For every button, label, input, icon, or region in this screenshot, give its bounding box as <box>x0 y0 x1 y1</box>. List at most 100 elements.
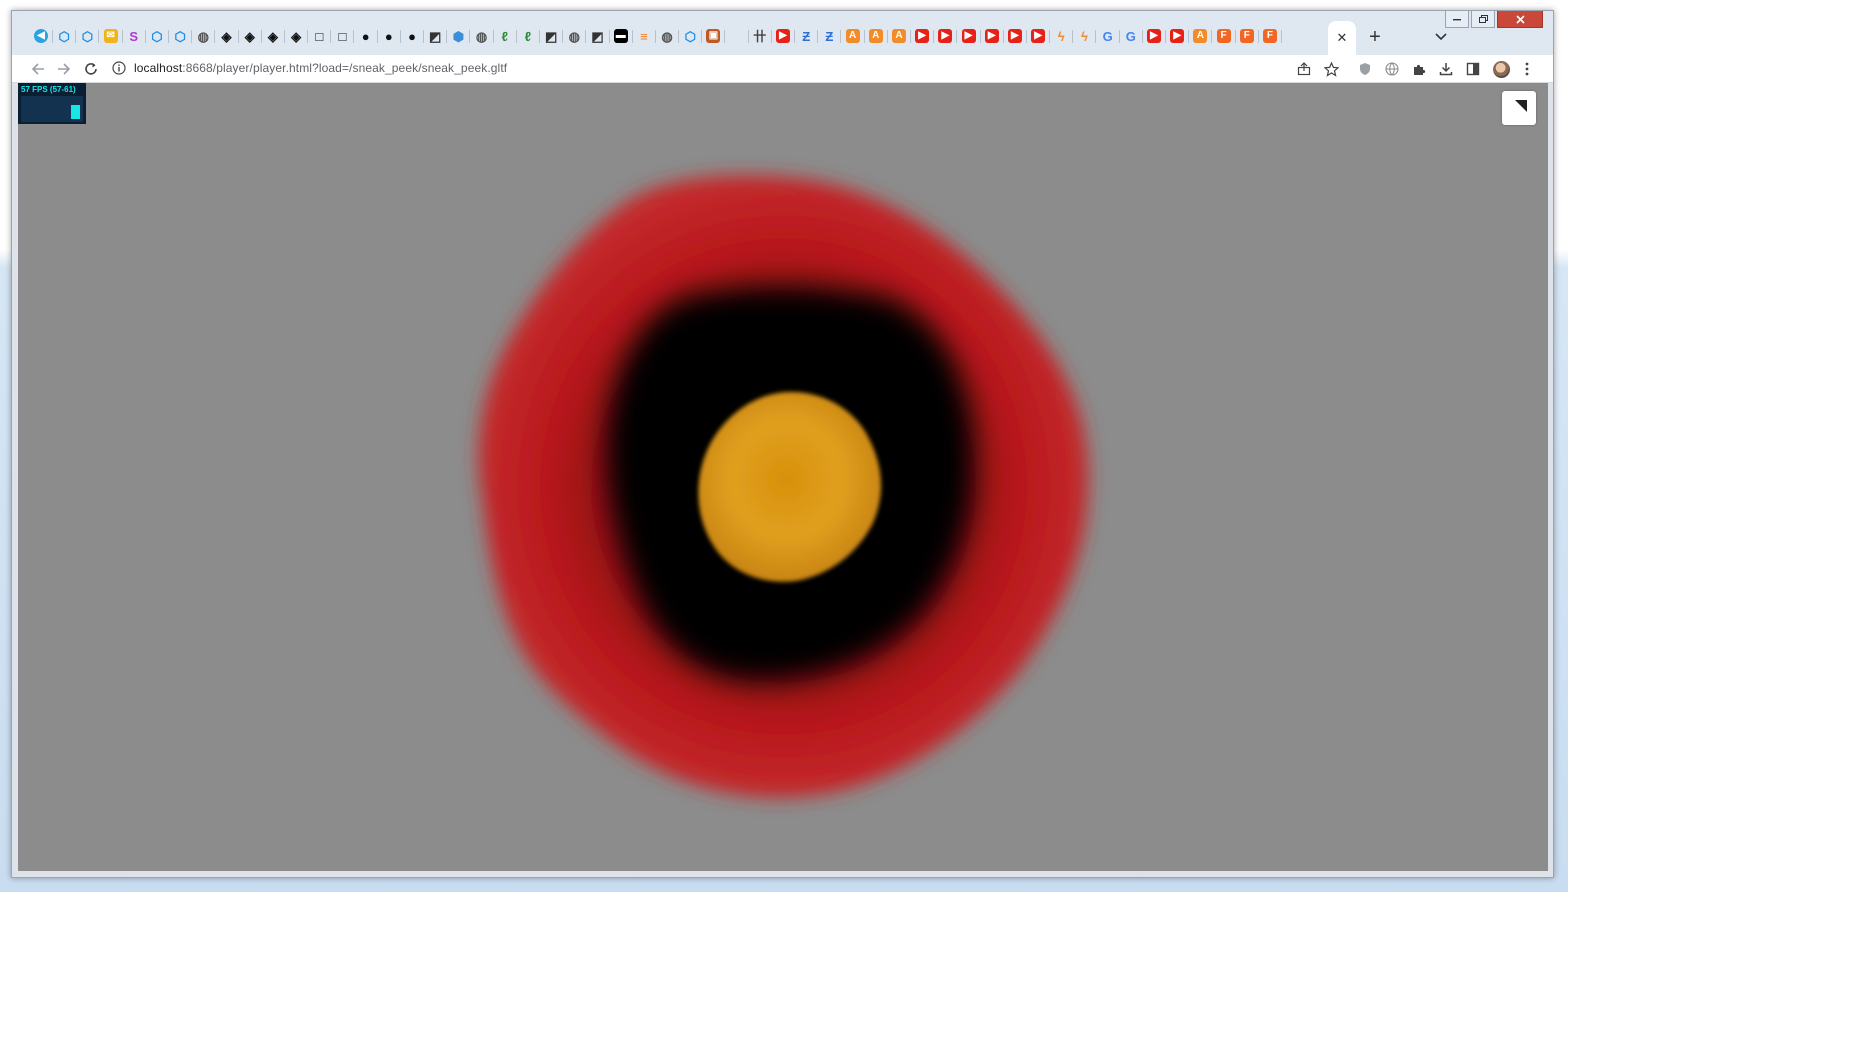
tab[interactable]: ◍ <box>471 25 494 47</box>
tab[interactable]: ▶ <box>1027 25 1051 47</box>
tab[interactable]: ◀ <box>30 25 53 47</box>
tab[interactable]: ⬡ <box>146 25 169 47</box>
tab[interactable]: ⬡ <box>53 25 77 47</box>
tab[interactable]: ▬ <box>610 25 633 47</box>
tab[interactable]: ▶ <box>981 25 1004 47</box>
tab-strip: ◀ ⬡ ⬡ ✉ S ⬡ ⬡ ◍ ◈ ◈ ◈ ◈ □ □ ● ● ● ◩ ⬢ ◍ ℓ ℓ ◩ ◍ ◩ ▬ ≡ ◍ ⬡ ▣ 卄 ▶ Ƶ Ƶ A A A ▶ ▶ ▶… <box>12 11 1553 55</box>
github-icon: ● <box>384 28 393 44</box>
tab[interactable]: Ƶ <box>795 25 819 47</box>
tab[interactable]: A <box>888 25 911 47</box>
google-icon: G <box>1125 28 1136 44</box>
tab[interactable]: ▶ <box>958 25 981 47</box>
tab[interactable]: ▶ <box>911 25 935 47</box>
tab[interactable]: ▶ <box>1166 25 1190 47</box>
minimize-icon <box>1453 19 1461 21</box>
cube-icon: ⬢ <box>452 28 465 44</box>
apple-icon <box>730 29 744 43</box>
tab-search-button[interactable] <box>1430 26 1452 48</box>
active-tab[interactable]: ✕ <box>1328 21 1356 55</box>
tab[interactable]: □ <box>331 25 355 47</box>
tab[interactable]: ℓ <box>517 25 540 47</box>
tab[interactable]: ⬡ <box>169 25 193 47</box>
tab[interactable]: A <box>1189 25 1213 47</box>
tab[interactable]: ⬡ <box>76 25 100 47</box>
side-panel-button[interactable] <box>1463 59 1483 79</box>
extension-shield-button[interactable] <box>1355 59 1375 79</box>
forward-button[interactable] <box>54 59 74 79</box>
tab[interactable]: ▶ <box>934 25 958 47</box>
tab[interactable]: ◩ <box>540 25 564 47</box>
tab[interactable]: ● <box>355 25 378 47</box>
tab[interactable]: ◍ <box>192 25 216 47</box>
rendered-scene[interactable] <box>18 83 1548 871</box>
fullscreen-button[interactable] <box>1502 91 1536 125</box>
tab[interactable]: ≡ <box>633 25 656 47</box>
tab[interactable]: ✉ <box>100 25 123 47</box>
tab[interactable] <box>726 25 749 47</box>
tab[interactable]: ▶ <box>1143 25 1166 47</box>
bookmark-button[interactable] <box>1321 59 1341 79</box>
tab[interactable]: F <box>1259 25 1282 47</box>
profile-button[interactable] <box>1491 59 1511 79</box>
fps-stats-panel: 57 FPS (57-61) <box>18 83 86 124</box>
tab[interactable]: G <box>1097 25 1120 47</box>
square-icon: □ <box>338 28 347 44</box>
url-text[interactable]: localhost:8668/player/player.html?load=/… <box>134 61 507 75</box>
youtube-icon: ▶ <box>1147 29 1161 43</box>
tab[interactable]: ⬡ <box>679 25 703 47</box>
tab[interactable]: ▶ <box>772 25 795 47</box>
downloads-button[interactable] <box>1436 59 1456 79</box>
tab[interactable]: A <box>865 25 888 47</box>
tab[interactable]: ▣ <box>702 25 726 47</box>
tab[interactable]: ◈ <box>239 25 262 47</box>
share-button[interactable] <box>1294 59 1314 79</box>
minimize-button[interactable] <box>1445 11 1469 28</box>
tab[interactable]: Ƶ <box>818 25 842 47</box>
tab[interactable]: ● <box>401 25 424 47</box>
globe-icon <box>1385 62 1399 76</box>
hieroglyph-icon: 卄 <box>753 28 767 44</box>
address-bar[interactable]: localhost:8668/player/player.html?load=/… <box>112 56 1342 80</box>
back-button[interactable] <box>28 59 48 79</box>
youtube-icon: ▶ <box>776 29 790 43</box>
extension-globe-button[interactable] <box>1382 59 1402 79</box>
tab[interactable]: S <box>123 25 146 47</box>
tab[interactable]: ● <box>378 25 401 47</box>
tab[interactable]: F <box>1213 25 1236 47</box>
tab[interactable]: G <box>1120 25 1143 47</box>
menu-button[interactable] <box>1517 59 1537 79</box>
tab[interactable]: ◍ <box>563 25 587 47</box>
tab[interactable]: □ <box>308 25 332 47</box>
tab[interactable]: ◈ <box>285 25 309 47</box>
fps-label: 57 FPS (57-61) <box>21 85 76 94</box>
tab[interactable]: ℓ <box>494 25 517 47</box>
tab[interactable]: ◍ <box>656 25 680 47</box>
tab[interactable]: A <box>842 25 865 47</box>
tab[interactable]: ϟ <box>1073 25 1097 47</box>
browser-toolbar: localhost:8668/player/player.html?load=/… <box>12 55 1553 83</box>
close-icon <box>1515 14 1525 24</box>
github-icon: ● <box>361 28 370 44</box>
tab[interactable]: ϟ <box>1050 25 1074 47</box>
a-icon: A <box>891 29 906 43</box>
site-info-icon[interactable] <box>112 61 126 75</box>
bolt-icon: ϟ <box>1057 28 1065 44</box>
reload-button[interactable] <box>81 59 101 79</box>
player-viewport[interactable]: 57 FPS (57-61) <box>18 83 1548 871</box>
restore-button[interactable] <box>1471 11 1495 28</box>
close-window-button[interactable] <box>1497 11 1543 28</box>
window-controls <box>1443 11 1543 28</box>
tab[interactable]: ▶ <box>1004 25 1027 47</box>
square-icon: □ <box>315 28 324 44</box>
tab[interactable]: ◈ <box>216 25 239 47</box>
reload-icon <box>85 63 97 75</box>
extensions-button[interactable] <box>1409 59 1429 79</box>
tab[interactable]: F <box>1236 25 1259 47</box>
tab[interactable]: ◩ <box>424 25 448 47</box>
tab[interactable]: ⬢ <box>447 25 471 47</box>
close-tab-icon[interactable]: ✕ <box>1337 30 1348 46</box>
new-tab-button[interactable]: + <box>1364 26 1386 48</box>
tab[interactable]: 卄 <box>749 25 772 47</box>
tab[interactable]: ◩ <box>587 25 610 47</box>
tab[interactable]: ◈ <box>262 25 285 47</box>
